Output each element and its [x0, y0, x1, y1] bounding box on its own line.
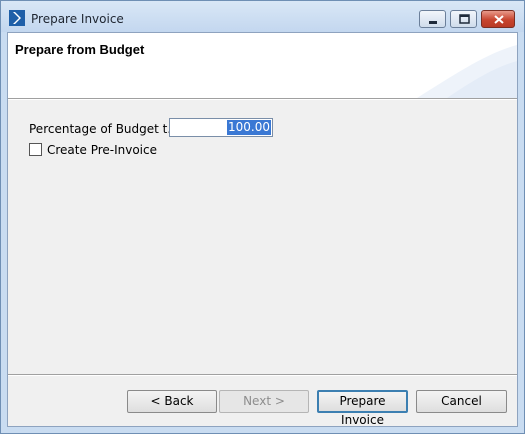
dialog-window: Prepare Invoice Prepare from Budget Perc… — [0, 0, 525, 434]
header-divider — [8, 98, 517, 100]
app-logo-icon — [9, 10, 25, 26]
close-icon — [494, 15, 504, 24]
minimize-button[interactable] — [419, 10, 446, 28]
create-pre-invoice-label[interactable]: Create Pre-Invoice — [47, 143, 157, 157]
title-bar[interactable]: Prepare Invoice — [1, 1, 524, 32]
wizard-header: Prepare from Budget — [8, 33, 517, 98]
percentage-input[interactable]: 100.00 — [169, 118, 273, 137]
back-button[interactable]: < Back — [127, 390, 217, 413]
maximize-icon — [459, 14, 470, 24]
minimize-icon — [429, 21, 437, 24]
window-title: Prepare Invoice — [31, 12, 124, 26]
percentage-label: Percentage of Budget t... — [29, 122, 179, 136]
page-title: Prepare from Budget — [15, 42, 145, 57]
cancel-button[interactable]: Cancel — [416, 390, 507, 413]
prepare-invoice-button[interactable]: Prepare Invoice — [317, 390, 408, 427]
percentage-value: 100.00 — [227, 120, 271, 135]
maximize-button[interactable] — [450, 10, 477, 28]
next-button[interactable]: Next > — [219, 390, 309, 413]
footer-divider — [8, 374, 517, 376]
dialog-content: Prepare from Budget Percentage of Budget… — [7, 32, 518, 427]
header-decoration — [417, 45, 517, 98]
close-button[interactable] — [481, 10, 515, 28]
create-pre-invoice-checkbox[interactable] — [29, 143, 42, 156]
